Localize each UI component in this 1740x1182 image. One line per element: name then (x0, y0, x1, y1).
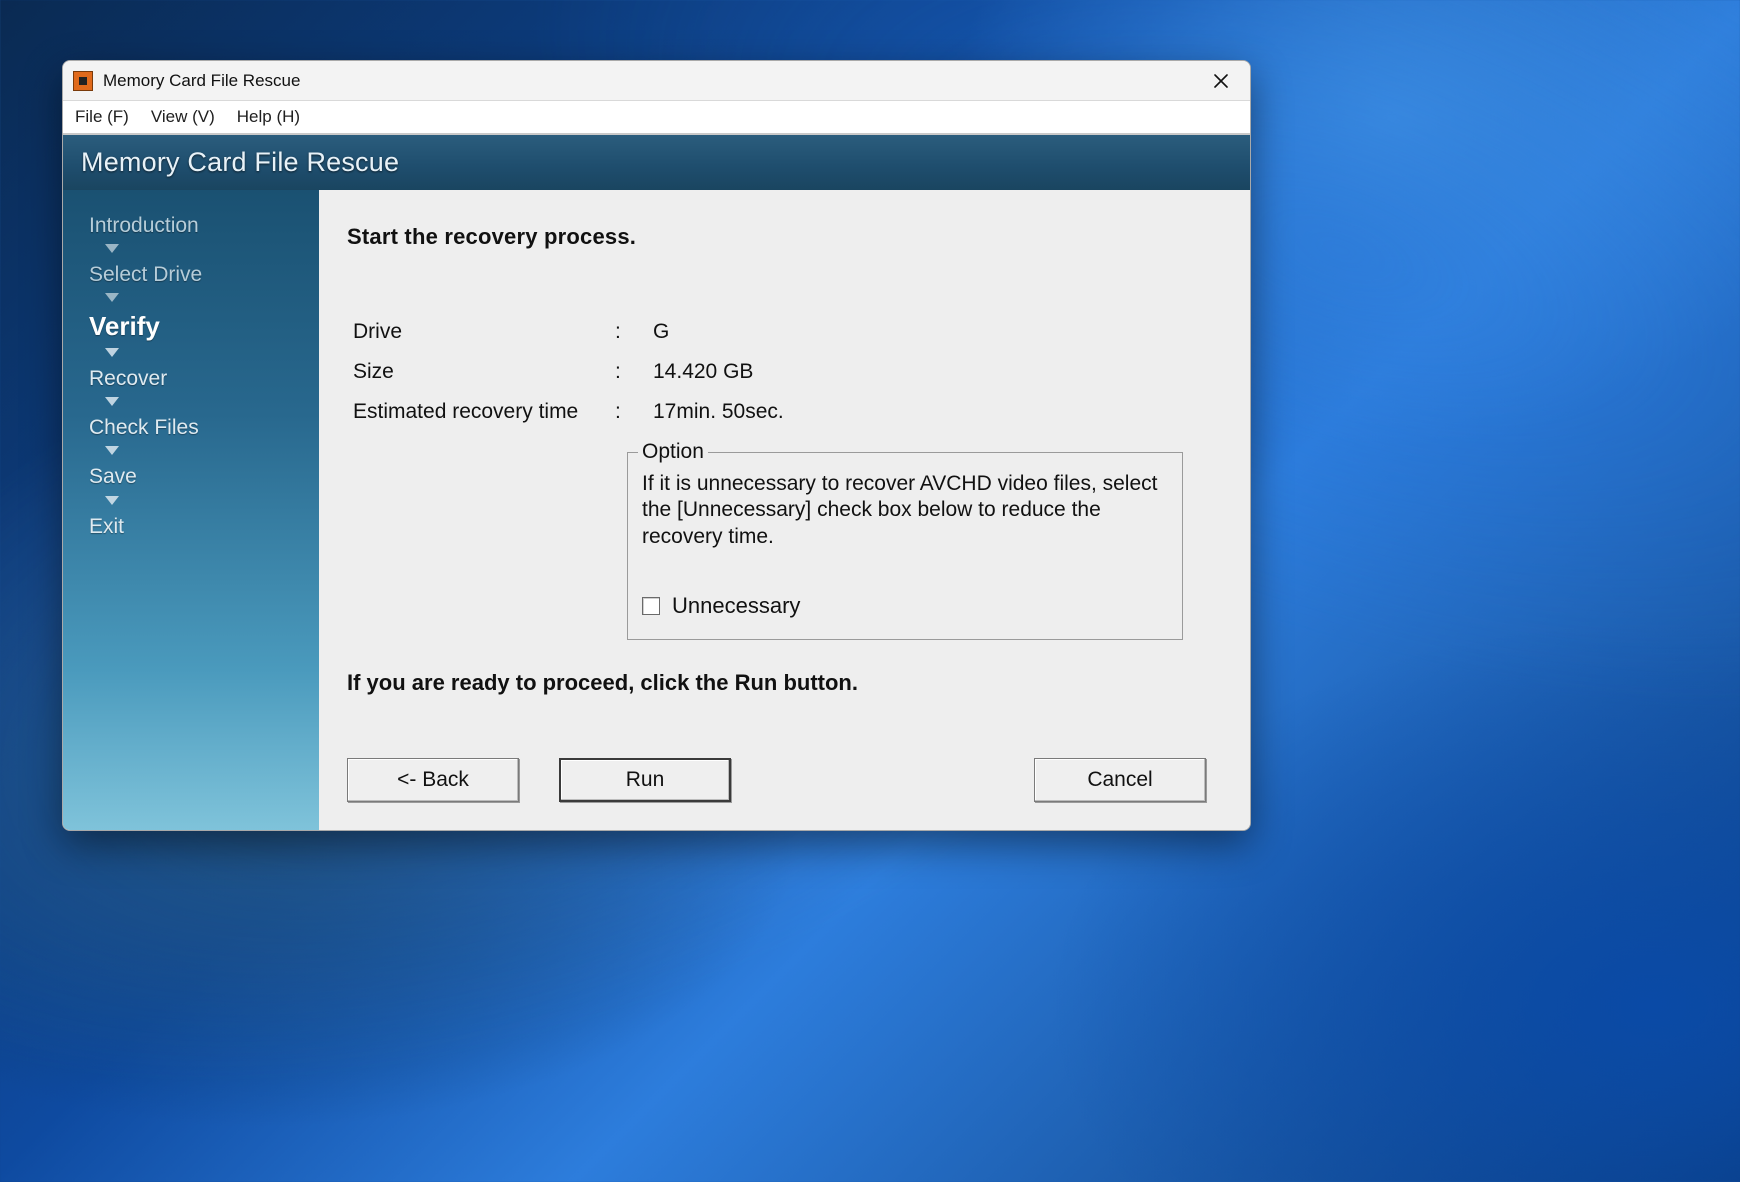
sidebar-step-verify[interactable]: Verify (89, 312, 319, 342)
eta-value: 17min. 50sec. (639, 400, 1206, 424)
sidebar-step-select-drive[interactable]: Select Drive (89, 263, 319, 287)
menu-help[interactable]: Help (H) (235, 103, 302, 131)
chevron-down-icon (105, 397, 119, 406)
cancel-button[interactable]: Cancel (1034, 758, 1206, 802)
eta-label: Estimated recovery time (353, 400, 615, 424)
close-button[interactable] (1198, 65, 1244, 97)
page-header: Memory Card File Rescue (63, 135, 1250, 190)
back-button[interactable]: <- Back (347, 758, 519, 802)
summary-table: Drive : G Size : 14.420 GB Estimated rec… (353, 320, 1206, 424)
chevron-down-icon (105, 244, 119, 253)
menu-view[interactable]: View (V) (149, 103, 217, 131)
titlebar: Memory Card File Rescue (63, 61, 1250, 101)
drive-label: Drive (353, 320, 615, 344)
run-button[interactable]: Run (559, 758, 731, 802)
option-legend: Option (638, 439, 708, 465)
menu-file[interactable]: File (F) (73, 103, 131, 131)
app-icon (73, 71, 93, 91)
ready-text: If you are ready to proceed, click the R… (347, 670, 1206, 696)
checkbox-box[interactable] (642, 597, 660, 615)
sidebar-step-save[interactable]: Save (89, 465, 319, 489)
colon: : (615, 320, 639, 344)
chevron-down-icon (105, 496, 119, 505)
chevron-down-icon (105, 446, 119, 455)
button-row: <- Back Run Cancel (347, 718, 1206, 802)
option-group: Option If it is unnecessary to recover A… (627, 452, 1183, 640)
chevron-down-icon (105, 293, 119, 302)
close-icon (1214, 74, 1228, 88)
sidebar-step-check-files[interactable]: Check Files (89, 416, 319, 440)
sidebar: Introduction Select Drive Verify Recover… (63, 190, 319, 830)
body: Introduction Select Drive Verify Recover… (63, 190, 1250, 830)
unnecessary-checkbox[interactable]: Unnecessary (642, 592, 1168, 620)
sidebar-step-introduction[interactable]: Introduction (89, 214, 319, 238)
size-value: 14.420 GB (639, 360, 1206, 384)
option-description: If it is unnecessary to recover AVCHD vi… (642, 471, 1168, 550)
chevron-down-icon (105, 348, 119, 357)
content-pane: Start the recovery process. Drive : G Si… (319, 190, 1250, 830)
drive-value: G (639, 320, 1206, 344)
menubar: File (F) View (V) Help (H) (63, 101, 1250, 135)
checkbox-label: Unnecessary (672, 592, 800, 620)
sidebar-step-recover[interactable]: Recover (89, 367, 319, 391)
sidebar-step-exit[interactable]: Exit (89, 515, 319, 539)
page-title: Start the recovery process. (347, 224, 1206, 250)
app-window: Memory Card File Rescue File (F) View (V… (62, 60, 1251, 831)
window-title: Memory Card File Rescue (103, 71, 300, 91)
size-label: Size (353, 360, 615, 384)
colon: : (615, 400, 639, 424)
colon: : (615, 360, 639, 384)
